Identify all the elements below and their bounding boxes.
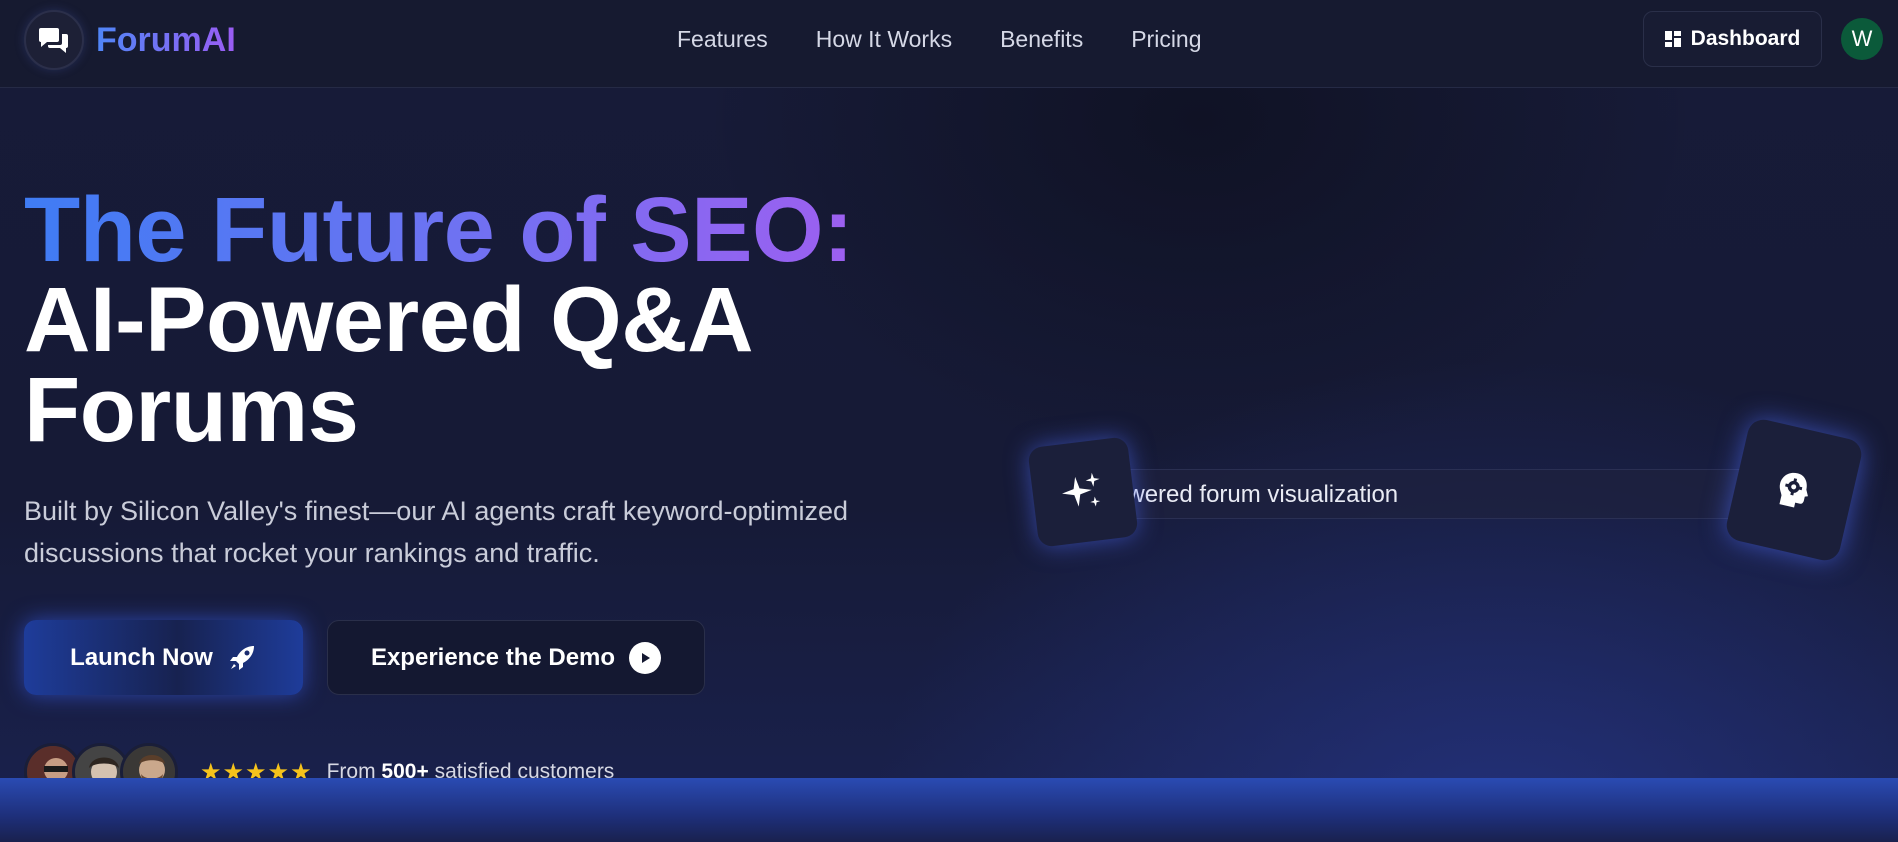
top-navbar: ForumAI Features How It Works Benefits P… (0, 0, 1898, 88)
play-icon (629, 641, 662, 674)
head-gear-icon (1779, 472, 1808, 508)
nav-link-how-it-works[interactable]: How It Works (816, 26, 952, 53)
brand-logo[interactable]: ForumAI (24, 10, 236, 70)
user-avatar[interactable]: W (1841, 18, 1883, 60)
section-divider-band (0, 778, 1898, 842)
brand-name: ForumAI (96, 20, 236, 59)
dashboard-grid-icon (1664, 31, 1681, 47)
dashboard-button[interactable]: Dashboard (1643, 11, 1822, 67)
nav-links: Features How It Works Benefits Pricing (677, 26, 1250, 53)
experience-demo-label: Experience the Demo (370, 643, 616, 671)
nav-link-features[interactable]: Features (677, 26, 768, 53)
hero-subtitle: Built by Silicon Valley's finest—our AI … (24, 496, 849, 568)
sparkles-icon (1062, 472, 1101, 507)
hero-title-gradient: The Future of SEO: (24, 184, 924, 276)
rocket-icon (229, 645, 254, 670)
nav-link-pricing[interactable]: Pricing (1131, 26, 1201, 53)
sparkles-card (1027, 436, 1139, 548)
hero-title: The Future of SEO: AI-Powered Q&A Forums (24, 184, 924, 461)
chat-bubbles-icon (24, 10, 84, 70)
hero-title-line2: AI-Powered Q&A (24, 269, 754, 371)
experience-demo-button[interactable]: Experience the Demo (327, 620, 705, 695)
launch-now-label: Launch Now (70, 643, 213, 671)
launch-now-button[interactable]: Launch Now (24, 620, 303, 695)
hero-title-line3: Forums (24, 359, 359, 461)
nav-link-benefits[interactable]: Benefits (1000, 26, 1083, 53)
dashboard-label: Dashboard (1690, 27, 1801, 50)
